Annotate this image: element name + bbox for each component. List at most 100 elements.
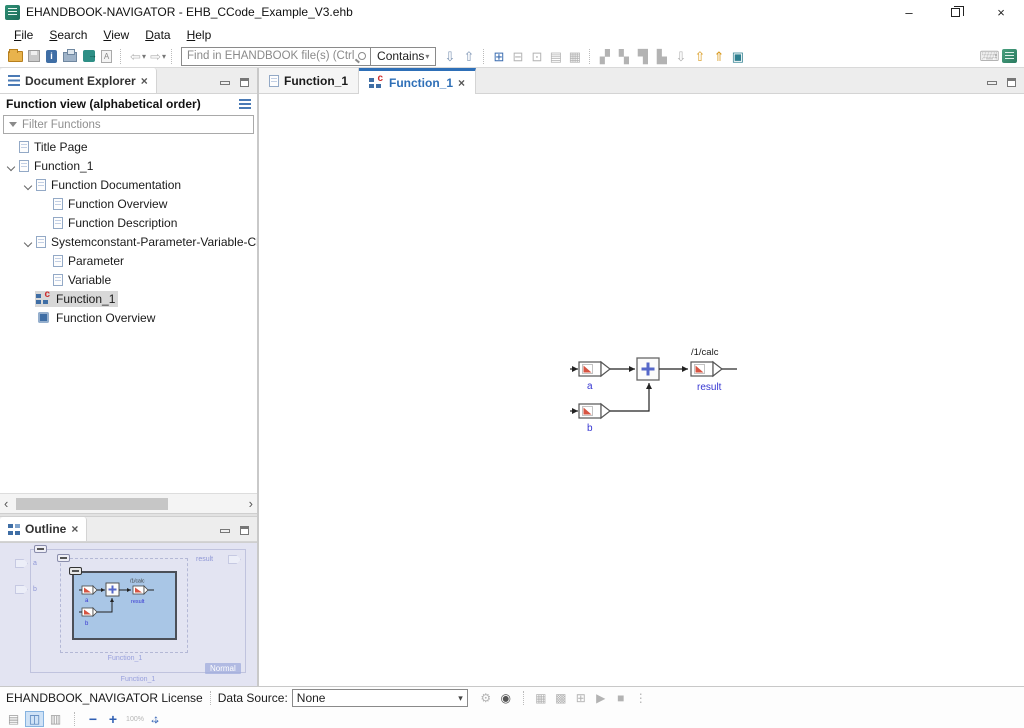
input-port-a[interactable] <box>579 362 610 376</box>
minimize-panel-icon[interactable] <box>220 529 230 533</box>
view-menu-icon[interactable] <box>239 99 251 109</box>
search-mode-dropdown[interactable]: Contains ▾ <box>370 47 435 66</box>
next-hit-icon[interactable]: ⇩ <box>440 47 459 65</box>
close-button[interactable]: × <box>978 0 1024 24</box>
measure-window-icon[interactable]: ▩ <box>551 691 571 705</box>
tree-item-function-description[interactable]: Function Description <box>0 213 257 232</box>
settings-gear-icon[interactable]: ⚙ <box>476 691 496 705</box>
open-file-icon[interactable] <box>8 51 23 62</box>
output-port-result[interactable] <box>691 362 722 376</box>
outline-icon <box>8 524 20 535</box>
show-document-icon[interactable]: ▤ <box>546 47 565 65</box>
collapse-icon[interactable] <box>69 567 82 575</box>
maximize-panel-icon[interactable] <box>240 526 249 535</box>
tab-document-explorer[interactable]: Document Explorer × <box>0 68 157 93</box>
outline-minimap[interactable]: a b result <box>0 542 257 687</box>
minimize-panel-icon[interactable] <box>987 81 997 85</box>
print-icon[interactable] <box>63 52 77 62</box>
menu-help[interactable]: Help <box>179 26 220 44</box>
explorer-horizontal-scrollbar[interactable]: ‹ › <box>0 493 257 513</box>
filter-icon <box>9 122 17 127</box>
show-callers-icon[interactable]: ▞ <box>595 47 614 65</box>
ccode-model-icon <box>36 293 51 305</box>
export-icon[interactable] <box>83 50 95 62</box>
svg-text:/1/calc: /1/calc <box>130 579 145 585</box>
find-input[interactable] <box>182 49 354 64</box>
tree-item-function-1-model[interactable]: Function_1 <box>0 289 257 308</box>
stop-measurement-icon[interactable]: ■ <box>611 691 631 705</box>
adder-block[interactable] <box>637 358 659 380</box>
minimize-panel-icon[interactable] <box>220 81 230 85</box>
search-icon[interactable] <box>358 52 366 60</box>
calibration-window-icon[interactable]: ⊞ <box>571 691 591 705</box>
collapse-icon[interactable] <box>34 545 47 553</box>
diagram-canvas[interactable]: /1/calc a result b <box>259 94 1024 686</box>
go-up-one-level-icon[interactable]: ⇧ <box>690 47 709 65</box>
document-icon <box>36 236 46 248</box>
function-diagram[interactable]: /1/calc a result b <box>565 343 770 438</box>
split-view-button[interactable]: ◫ <box>25 711 44 727</box>
editor-tab-function-1-diagram[interactable]: Function_1 × <box>359 68 476 94</box>
zoom-in-button[interactable]: + <box>104 711 122 727</box>
zoom-out-button[interactable]: − <box>84 711 102 727</box>
document-icon <box>53 198 63 210</box>
tree-item-function-overview[interactable]: Function Overview <box>0 194 257 213</box>
keyboard-shortcuts-icon[interactable]: ⌨ <box>980 47 999 65</box>
editor-tab-function-1-doc[interactable]: Function_1 <box>259 68 359 93</box>
ehandbook-help-icon[interactable] <box>1002 49 1017 63</box>
experiment-grid-icon[interactable]: ▦ <box>531 691 551 705</box>
link-with-editor-icon[interactable]: ⊡ <box>527 47 546 65</box>
data-source-state-icon[interactable]: ◉ <box>496 691 516 705</box>
app-icon <box>5 5 20 20</box>
show-hierarchy-icon[interactable]: ▜ <box>633 47 652 65</box>
collapse-icon[interactable] <box>57 554 70 562</box>
expand-subtree-icon[interactable]: ⊞ <box>489 47 508 65</box>
menu-view[interactable]: View <box>95 26 137 44</box>
tree-item-title-page[interactable]: Title Page <box>0 137 257 156</box>
tree-item-systemconstant[interactable]: Systemconstant-Parameter-Variable-Cl <box>0 232 257 251</box>
tree-item-function-1[interactable]: Function_1 <box>0 156 257 175</box>
document-icon <box>19 141 29 153</box>
svg-text:b: b <box>85 621 89 627</box>
start-measurement-icon[interactable]: ▶ <box>591 691 611 705</box>
go-into-subsystem-icon[interactable]: ⇩ <box>671 47 690 65</box>
scroll-left-icon[interactable]: ‹ <box>4 496 8 511</box>
export-pdf-icon[interactable]: A <box>101 50 112 63</box>
maximize-panel-icon[interactable] <box>240 78 249 87</box>
save-icon[interactable] <box>28 50 40 62</box>
restore-button[interactable] <box>932 0 978 24</box>
close-icon[interactable]: × <box>141 74 148 88</box>
document-info-icon[interactable]: i <box>46 50 57 63</box>
forward-history-dropdown-icon[interactable]: ▾ <box>162 52 166 61</box>
show-callees-icon[interactable]: ▚ <box>614 47 633 65</box>
show-usages-icon[interactable]: ▙ <box>652 47 671 65</box>
fit-to-screen-button[interactable]: ↔ ↕ <box>148 712 164 726</box>
page-preview-button[interactable]: ▥ <box>46 711 65 727</box>
tree-item-function-documentation[interactable]: Function Documentation <box>0 175 257 194</box>
input-port-b[interactable] <box>579 404 610 418</box>
previous-hit-icon[interactable]: ⇧ <box>459 47 478 65</box>
tree-item-function-overview-chip[interactable]: Function Overview <box>0 308 257 327</box>
tree-item-parameter[interactable]: Parameter <box>0 251 257 270</box>
status-bar: EHANDBOOK_NAVIGATOR License Data Source:… <box>0 686 1024 728</box>
go-to-top-level-icon[interactable]: ⇑ <box>709 47 728 65</box>
close-icon[interactable]: × <box>71 522 78 536</box>
minimize-button[interactable]: – <box>886 0 932 24</box>
scrollbar-thumb[interactable] <box>16 498 168 510</box>
show-table-icon[interactable]: ▦ <box>565 47 584 65</box>
tab-outline[interactable]: Outline × <box>0 517 87 541</box>
scroll-right-icon[interactable]: › <box>249 496 253 511</box>
close-icon[interactable]: × <box>458 76 465 90</box>
open-in-new-window-icon[interactable]: ▣ <box>728 47 747 65</box>
menu-data[interactable]: Data <box>137 26 178 44</box>
filter-functions-input[interactable] <box>22 119 253 131</box>
data-source-select[interactable]: None ▾ <box>292 689 468 707</box>
tree-item-variable[interactable]: Variable <box>0 270 257 289</box>
collapse-subtree-icon[interactable]: ⊟ <box>508 47 527 65</box>
single-page-view-button[interactable]: ▤ <box>4 711 23 727</box>
menu-file[interactable]: File <box>6 26 41 44</box>
maximize-panel-icon[interactable] <box>1007 78 1016 87</box>
zoom-100-button[interactable]: 100% <box>124 716 146 723</box>
document-icon <box>19 160 29 172</box>
menu-search[interactable]: Search <box>41 26 95 44</box>
